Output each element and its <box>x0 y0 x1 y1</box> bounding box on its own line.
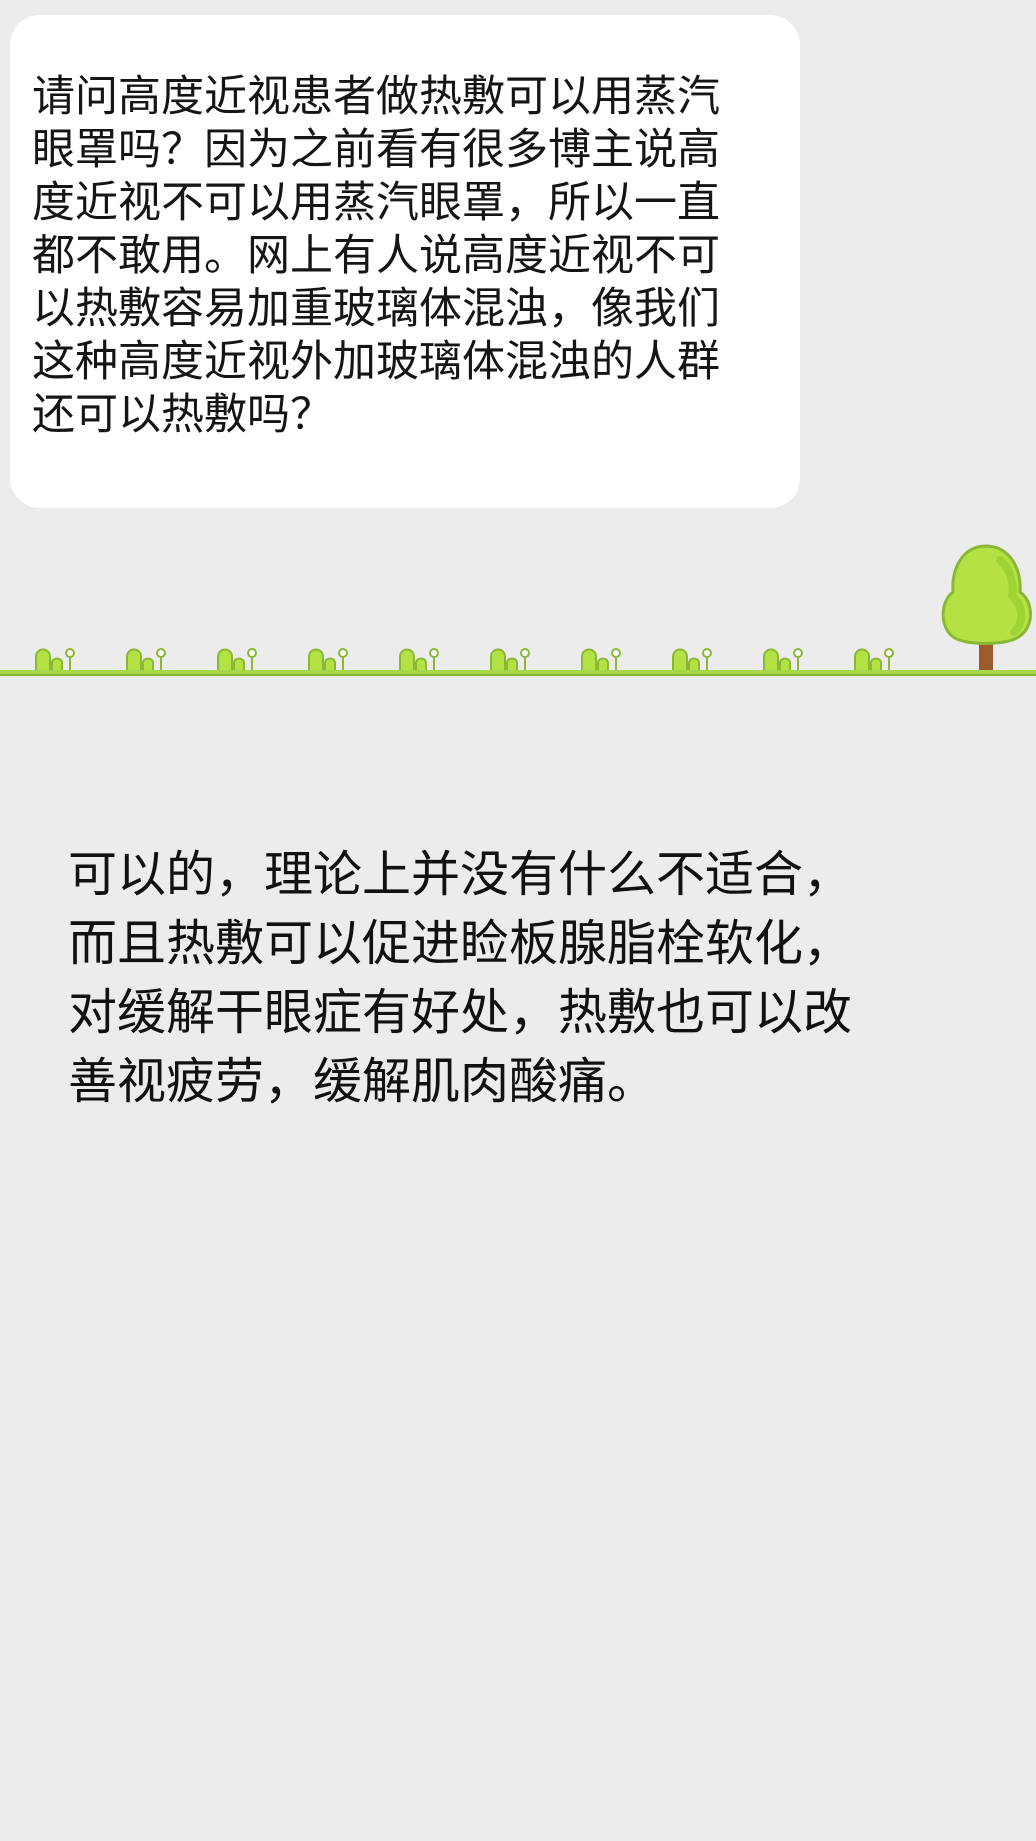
grass-tuft-icon <box>308 648 348 672</box>
grass-divider <box>0 540 1036 700</box>
grass-tufts <box>35 648 894 672</box>
question-line: 都不敢用。网上有人说高度近视不可 <box>32 231 720 281</box>
grass-divider-illustration <box>0 544 1036 676</box>
question-line: 度近视不可以用蒸汽眼罩，所以一直 <box>32 178 720 228</box>
answer-line: 可以的，理论上并没有什么不适合， <box>68 846 853 903</box>
question-bubble: 请问高度近视患者做热敷可以用蒸汽 眼罩吗？因为之前看有很多博主说高 度近视不可以… <box>10 15 800 508</box>
tree-icon <box>941 544 1032 672</box>
question-text: 请问高度近视患者做热敷可以用蒸汽 眼罩吗？因为之前看有很多博主说高 度近视不可以… <box>32 71 780 442</box>
grass-tuft-icon <box>763 648 803 672</box>
grass-tuft-icon <box>854 648 894 672</box>
grass-tuft-icon <box>126 648 166 672</box>
grass-tuft-icon <box>217 648 257 672</box>
bubble-tail <box>10 39 24 59</box>
answer-text: 可以的，理论上并没有什么不适合， 而且热敷可以促进睑板腺脂栓软化， 对缓解干眼症… <box>68 840 1008 1116</box>
question-line: 请问高度近视患者做热敷可以用蒸汽 <box>32 72 720 122</box>
answer-line: 而且热敷可以促进睑板腺脂栓软化， <box>68 915 853 972</box>
grass-tuft-icon <box>399 648 439 672</box>
grass-tuft-icon <box>490 648 530 672</box>
ground-line-shadow <box>0 674 1036 676</box>
grass-tuft-icon <box>35 648 75 672</box>
question-line: 这种高度近视外加玻璃体混浊的人群 <box>32 337 720 387</box>
answer-line: 善视疲劳，缓解肌肉酸痛。 <box>68 1053 657 1110</box>
question-line: 还可以热敷吗？ <box>32 390 333 440</box>
answer-line: 对缓解干眼症有好处，热敷也可以改 <box>68 984 853 1041</box>
question-line: 以热敷容易加重玻璃体混浊，像我们 <box>32 284 720 334</box>
grass-tuft-icon <box>672 648 712 672</box>
grass-tuft-icon <box>581 648 621 672</box>
question-line: 眼罩吗？因为之前看有很多博主说高 <box>32 125 720 175</box>
